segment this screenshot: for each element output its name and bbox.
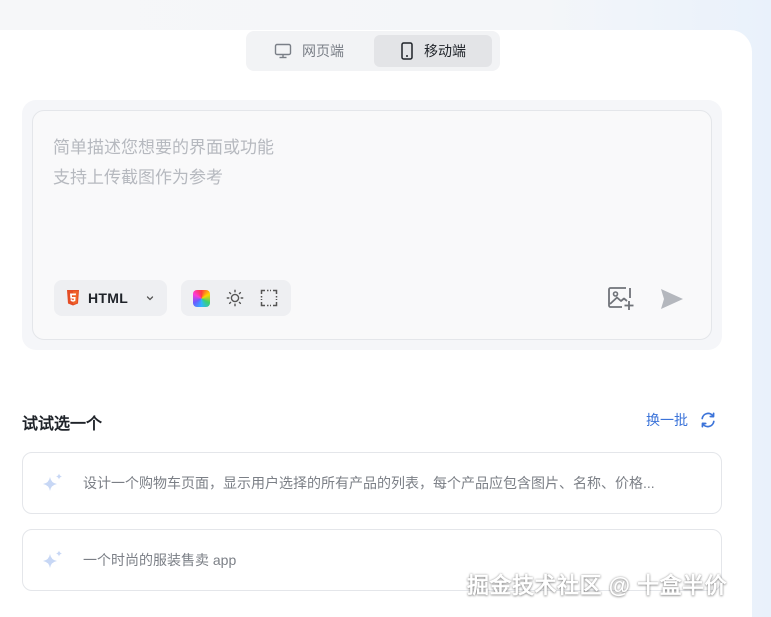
prompt-input[interactable] [53, 133, 653, 213]
chevron-down-icon [146, 296, 154, 301]
suggestion-text: 设计一个购物车页面，显示用户选择的所有产品的列表，每个产品应包含图片、名称、价格… [83, 475, 655, 491]
style-tools [181, 280, 291, 316]
platform-toggle: 网页端 移动端 [246, 31, 500, 71]
color-palette-button[interactable] [191, 288, 211, 308]
refresh-icon [701, 412, 715, 428]
screenshot-crop-icon [260, 289, 278, 307]
suggestion-card[interactable]: 设计一个购物车页面，显示用户选择的所有产品的列表，每个产品应包含图片、名称、价格… [22, 452, 722, 514]
suggestion-text: 一个时尚的服装售卖 app [83, 552, 237, 568]
prompt-box: HTML [32, 110, 712, 340]
desktop-icon [274, 43, 292, 59]
mobile-phone-icon [401, 42, 413, 60]
watermark: 掘金技术社区 @ 十盒半价 [467, 573, 728, 598]
tab-mobile[interactable]: 移动端 [374, 35, 492, 67]
html5-icon [67, 290, 79, 306]
theme-button[interactable] [225, 288, 245, 308]
image-upload-button[interactable] [607, 285, 635, 316]
tab-mobile-label: 移动端 [424, 43, 466, 59]
color-palette-icon [192, 289, 210, 307]
suggestions-title: 试试选一个 [22, 416, 103, 433]
refresh-button[interactable]: 换一批 [646, 410, 717, 430]
screenshot-button[interactable] [259, 288, 279, 308]
send-button[interactable] [659, 287, 685, 316]
framework-select[interactable]: HTML [54, 280, 167, 316]
send-icon [661, 289, 683, 309]
refresh-label: 换一批 [646, 412, 688, 428]
sparkle-icon [43, 550, 62, 568]
framework-label: HTML [88, 290, 129, 306]
tab-web[interactable]: 网页端 [250, 35, 368, 67]
sparkle-icon [43, 473, 62, 491]
image-upload-icon [608, 287, 634, 310]
theme-sun-icon [226, 289, 244, 307]
tab-web-label: 网页端 [302, 43, 344, 59]
